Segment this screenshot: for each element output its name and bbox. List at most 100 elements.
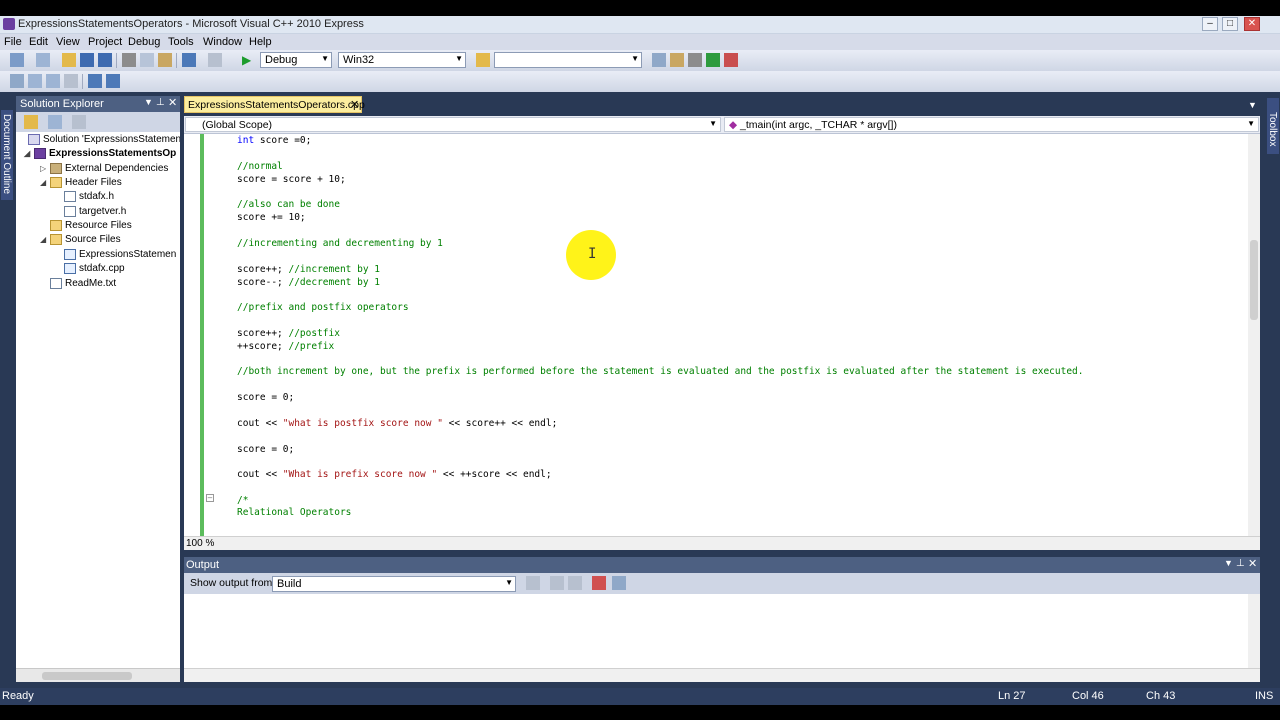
uncomment-lines-icon[interactable]: [106, 74, 120, 88]
menu-file[interactable]: File: [4, 36, 22, 48]
previous-message-icon[interactable]: [550, 576, 564, 590]
tree-item[interactable]: ◢ ExpressionsStatementsOp: [24, 148, 176, 162]
toolbox-tab[interactable]: Toolbox: [1267, 98, 1279, 154]
word-wrap-icon[interactable]: [612, 576, 626, 590]
refresh-icon[interactable]: [72, 115, 86, 129]
cut-icon[interactable]: [122, 53, 136, 67]
extension-manager-icon[interactable]: [724, 53, 738, 67]
tree-item[interactable]: Resource Files: [50, 220, 132, 234]
code-line: cout << "what is postfix score now " << …: [237, 418, 558, 429]
properties-icon[interactable]: [670, 53, 684, 67]
dropdown-icon[interactable]: ▼: [1224, 558, 1233, 568]
tree-item[interactable]: ◢ Source Files: [40, 234, 121, 248]
tree-item[interactable]: stdafx.cpp: [64, 263, 125, 277]
visual-studio-icon: [3, 18, 15, 30]
tree-item[interactable]: ExpressionsStatemen: [64, 249, 176, 263]
tree-item[interactable]: targetver.h: [64, 206, 126, 220]
minimize-button[interactable]: –: [1202, 17, 1218, 31]
folder-icon: [50, 220, 62, 231]
copy-icon[interactable]: [140, 53, 154, 67]
tree-item[interactable]: ▷ External Dependencies: [40, 163, 168, 177]
paste-icon[interactable]: [158, 53, 172, 67]
collapse-arrow-icon[interactable]: ◢: [40, 178, 50, 187]
open-file-icon[interactable]: [62, 53, 76, 67]
display-object-icon[interactable]: [10, 74, 24, 88]
properties-icon[interactable]: [24, 115, 38, 129]
toolbar-separator: [176, 53, 177, 68]
collapse-arrow-icon[interactable]: ◢: [40, 235, 50, 244]
output-text-area[interactable]: [184, 594, 1248, 668]
vertical-scrollbar[interactable]: [1248, 594, 1260, 668]
save-all-icon[interactable]: [98, 53, 112, 67]
redo-icon[interactable]: [208, 53, 222, 67]
dropdown-arrow-icon: ▼: [1247, 119, 1255, 128]
tree-item[interactable]: Solution 'ExpressionsStatement: [18, 134, 180, 148]
dependencies-icon: [50, 163, 62, 174]
pin-icon[interactable]: ⊥: [1236, 558, 1245, 569]
quick-info-icon[interactable]: [46, 74, 60, 88]
window-title: ExpressionsStatementsOperators - Microso…: [18, 18, 364, 30]
code-editor[interactable]: int score =0; //normal score = score + 1…: [184, 134, 1248, 536]
horizontal-scrollbar[interactable]: [16, 668, 180, 682]
dropdown-icon[interactable]: ▼: [144, 97, 153, 107]
line-number: Ln 27: [998, 690, 1026, 702]
cpp-file-icon: [64, 263, 76, 274]
start-page-icon[interactable]: [706, 53, 720, 67]
close-icon[interactable]: ✕: [1248, 557, 1257, 570]
word-completion-icon[interactable]: [64, 74, 78, 88]
new-project-icon[interactable]: [10, 53, 24, 67]
menu-edit[interactable]: Edit: [29, 36, 48, 48]
menu-project[interactable]: Project: [88, 36, 122, 48]
solution-explorer-icon[interactable]: [652, 53, 666, 67]
zoom-level[interactable]: 100 %: [186, 538, 214, 549]
display-member-icon[interactable]: [28, 74, 42, 88]
find-in-files-icon[interactable]: [476, 53, 490, 67]
scrollbar-thumb[interactable]: [42, 672, 132, 680]
horizontal-scrollbar[interactable]: [184, 668, 1260, 682]
character-number: Ch 43: [1146, 690, 1176, 702]
code-line: Relational Operators: [237, 507, 352, 518]
output-source-select[interactable]: Build ▼: [272, 576, 516, 592]
platform-select[interactable]: Win32 ▼: [338, 52, 466, 68]
tree-item[interactable]: stdafx.h: [64, 191, 114, 205]
expand-arrow-icon[interactable]: ▷: [40, 164, 50, 173]
code-line: /*: [237, 495, 249, 506]
show-output-label: Show output from:: [190, 577, 276, 589]
clear-all-icon[interactable]: [592, 576, 606, 590]
undo-icon[interactable]: [182, 53, 196, 67]
close-icon[interactable]: ✕: [168, 96, 177, 109]
menu-debug[interactable]: Debug: [128, 36, 160, 48]
document-outline-tab[interactable]: Document Outline: [1, 110, 13, 200]
menu-window[interactable]: Window: [203, 36, 242, 48]
next-message-icon[interactable]: [568, 576, 582, 590]
solution-icon: [28, 134, 40, 145]
toolbox-icon[interactable]: [688, 53, 702, 67]
find-message-icon[interactable]: [526, 576, 540, 590]
scope-select[interactable]: (Global Scope) ▼: [185, 117, 721, 132]
tree-item[interactable]: ◢ Header Files: [40, 177, 122, 191]
save-icon[interactable]: [80, 53, 94, 67]
editor-tab[interactable]: ExpressionsStatementsOperators.cpp ✕: [184, 96, 365, 113]
collapse-region-icon[interactable]: –: [206, 494, 214, 502]
configuration-select[interactable]: Debug ▼: [260, 52, 332, 68]
dropdown-icon[interactable]: ▼: [1248, 100, 1257, 110]
find-combo[interactable]: ▼: [494, 52, 642, 68]
menu-help[interactable]: Help: [249, 36, 272, 48]
menu-view[interactable]: View: [56, 36, 80, 48]
code-line: int score =0;: [237, 135, 312, 146]
tree-item[interactable]: ReadMe.txt: [50, 278, 116, 292]
close-tab-icon[interactable]: ✕: [350, 98, 359, 111]
show-all-files-icon[interactable]: [48, 115, 62, 129]
scrollbar-thumb[interactable]: [1250, 240, 1258, 320]
pin-icon[interactable]: ⊥: [156, 97, 165, 108]
collapse-arrow-icon[interactable]: ◢: [24, 149, 34, 158]
add-item-icon[interactable]: [36, 53, 50, 67]
member-select[interactable]: ◆ _tmain(int argc, _TCHAR * argv[]) ▼: [724, 117, 1259, 132]
code-line: score--; //decrement by 1: [237, 277, 380, 288]
vertical-scrollbar[interactable]: [1248, 134, 1260, 536]
close-button[interactable]: ✕: [1244, 17, 1260, 31]
comment-lines-icon[interactable]: [88, 74, 102, 88]
menu-tools[interactable]: Tools: [168, 36, 194, 48]
maximize-button[interactable]: □: [1222, 17, 1238, 31]
start-debugging-icon[interactable]: ▶: [242, 53, 256, 67]
